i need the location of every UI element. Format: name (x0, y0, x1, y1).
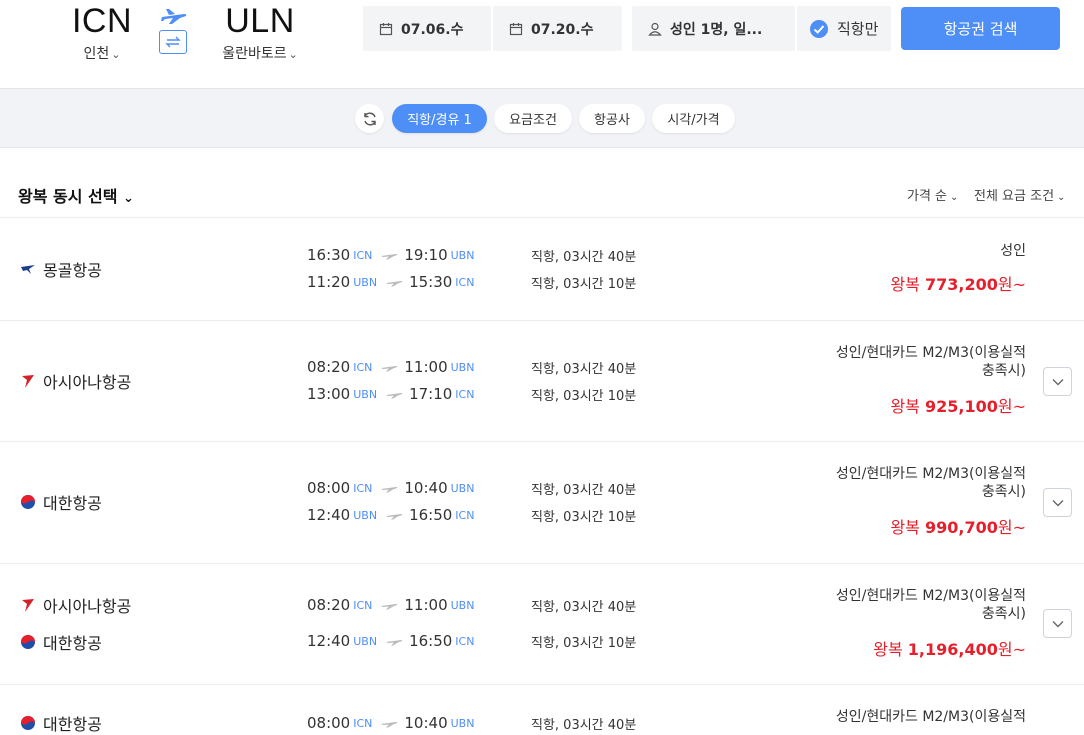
calendar-icon (509, 22, 523, 35)
price: 왕복 773,200원~ (890, 275, 1026, 294)
check-circle-icon (810, 19, 828, 38)
airplane-icon (381, 487, 398, 493)
korean-air-logo-icon (21, 635, 35, 649)
chevron-down-icon (1052, 499, 1063, 506)
filter-time-price-chip[interactable]: 시각/가격 (652, 104, 735, 133)
direct-only-label: 직항만 (837, 20, 879, 38)
calendar-icon (379, 22, 393, 35)
expand-fares-button[interactable] (1043, 609, 1072, 638)
outbound-leg: 16:30 ICN 19:10 UBN (307, 246, 475, 264)
passenger-field[interactable]: 성인 1명, 일... (632, 6, 795, 51)
airplane-icon (386, 514, 403, 520)
chevron-down-icon: ⌄ (123, 191, 134, 206)
return-duration: 직항, 03시간 10분 (531, 636, 637, 651)
airplane-icon (386, 640, 403, 646)
chevron-down-icon (1052, 378, 1063, 385)
fare-condition-dropdown[interactable]: 전체 요금 조건 ⌄ (974, 185, 1065, 204)
fare-type: 성인 (1000, 243, 1026, 259)
price: 왕복 990,700원~ (890, 518, 1026, 537)
return-leg: 12:40 UBN 16:50 ICN (307, 632, 475, 650)
asiana-logo-icon (22, 375, 34, 388)
outbound-duration: 직항, 03시간 40분 (531, 600, 637, 615)
return-leg: 11:20 UBN 15:30 ICN (307, 273, 475, 291)
return-duration: 직항, 03시간 10분 (531, 277, 637, 292)
search-flights-button[interactable]: 항공권 검색 (901, 7, 1060, 50)
return-leg: 12:40 UBN 16:50 ICN (307, 506, 475, 524)
flight-result-row[interactable]: 대한항공 08:00 ICN 10:40 UBN 12:40 UBN 16:50 ICN… (0, 442, 1084, 564)
origin-city: 인천 (83, 46, 110, 62)
origin-airport[interactable]: ICN 인천 ⌄ (52, 2, 152, 63)
return-date: 07.20.수 (531, 21, 594, 38)
fare-type: 성인/현대카드 M2/M3(이용실적 충족시) (835, 345, 1026, 379)
airline-label: 대한항공 (20, 630, 102, 654)
depart-date: 07.06.수 (401, 21, 464, 38)
mongolian-airlines-logo-icon (21, 265, 35, 274)
airplane-icon (381, 604, 398, 610)
person-icon (648, 22, 662, 36)
depart-date-field[interactable]: 07.06.수 (363, 6, 491, 51)
price: 왕복 925,100원~ (890, 397, 1026, 416)
destination-airport[interactable]: ULN 울란바토르 ⌄ (210, 2, 310, 63)
expand-fares-button[interactable] (1043, 367, 1072, 396)
outbound-leg: 08:20 ICN 11:00 UBN (307, 596, 475, 614)
airplane-icon (381, 366, 398, 372)
return-duration: 직항, 03시간 10분 (531, 510, 637, 525)
asiana-logo-icon (22, 599, 34, 612)
airline-label: 대한항공 (20, 490, 102, 514)
flight-result-row[interactable]: 아시아나항공 08:20 ICN 11:00 UBN 13:00 UBN 17:10 I… (0, 321, 1084, 442)
origin-code: ICN (71, 2, 133, 40)
outbound-duration: 직항, 03시간 40분 (531, 362, 637, 377)
airplane-icon (381, 254, 398, 260)
airline-label: 아시아나항공 (20, 593, 131, 617)
airline-label: 대한항공 (20, 711, 102, 735)
korean-air-logo-icon (21, 495, 35, 509)
swap-icon (165, 36, 181, 48)
trip-select-dropdown[interactable]: 왕복 동시 선택 ⌄ (18, 183, 134, 207)
search-header: ICN 인천 ⌄ ULN 울란바토르 ⌄ 07.06.수 07.20.수 성인 … (0, 0, 1084, 88)
swap-airports-button[interactable] (159, 30, 187, 54)
airplane-icon (386, 393, 403, 399)
chevron-down-icon: ⌄ (111, 48, 121, 61)
results-header: 왕복 동시 선택 ⌄ 가격 순 ⌄ 전체 요금 조건 ⌄ (0, 170, 1084, 218)
outbound-duration: 직항, 03시간 40분 (531, 483, 637, 498)
fare-type: 성인/현대카드 M2/M3(이용실적 (835, 709, 1026, 725)
outbound-leg: 08:00 ICN 10:40 UBN (307, 714, 475, 732)
destination-city: 울란바토르 (222, 46, 287, 62)
return-leg: 13:00 UBN 17:10 ICN (307, 385, 475, 403)
outbound-leg: 08:20 ICN 11:00 UBN (307, 358, 475, 376)
return-duration: 직항, 03시간 10분 (531, 389, 637, 404)
airplane-icon (161, 9, 187, 24)
filter-stops-chip[interactable]: 직항/경유 1 (392, 104, 487, 133)
flight-result-row[interactable]: 대한항공 08:00 ICN 10:40 UBN 직항, 03시간 40분 성인/현… (0, 685, 1084, 734)
filter-airline-chip[interactable]: 항공사 (579, 104, 645, 133)
airline-label: 몽골항공 (20, 257, 102, 281)
chevron-down-icon (1052, 620, 1063, 627)
chevron-down-icon: ⌄ (1057, 192, 1066, 203)
filter-bar: 직항/경유 1 요금조건 항공사 시각/가격 (0, 88, 1084, 148)
passenger-summary: 성인 1명, 일... (670, 21, 763, 38)
fare-type: 성인/현대카드 M2/M3(이용실적 충족시) (835, 588, 1026, 622)
airplane-icon (386, 281, 403, 287)
outbound-leg: 08:00 ICN 10:40 UBN (307, 479, 475, 497)
chevron-down-icon: ⌄ (950, 192, 959, 203)
airline-label: 아시아나항공 (20, 369, 131, 393)
flight-result-row[interactable]: 아시아나항공 대한항공 08:20 ICN 11:00 UBN 12:40 UBN 1… (0, 564, 1084, 685)
expand-fares-button[interactable] (1043, 488, 1072, 517)
outbound-duration: 직항, 03시간 40분 (531, 718, 637, 733)
chevron-down-icon: ⌄ (288, 48, 298, 61)
korean-air-logo-icon (21, 716, 35, 730)
outbound-duration: 직항, 03시간 40분 (531, 250, 637, 265)
flight-result-row[interactable]: 몽골항공 16:30 ICN 19:10 UBN 11:20 UBN 15:30 ICN… (0, 218, 1084, 321)
price: 왕복 1,196,400원~ (873, 640, 1026, 659)
return-date-field[interactable]: 07.20.수 (493, 6, 622, 51)
filter-fare-chip[interactable]: 요금조건 (494, 104, 572, 133)
refresh-filter-button[interactable] (355, 104, 384, 133)
sort-dropdown[interactable]: 가격 순 ⌄ (907, 185, 958, 204)
fare-type: 성인/현대카드 M2/M3(이용실적 충족시) (835, 466, 1026, 500)
refresh-icon (363, 112, 376, 125)
destination-code: ULN (225, 2, 295, 40)
direct-only-toggle[interactable]: 직항만 (797, 6, 891, 51)
